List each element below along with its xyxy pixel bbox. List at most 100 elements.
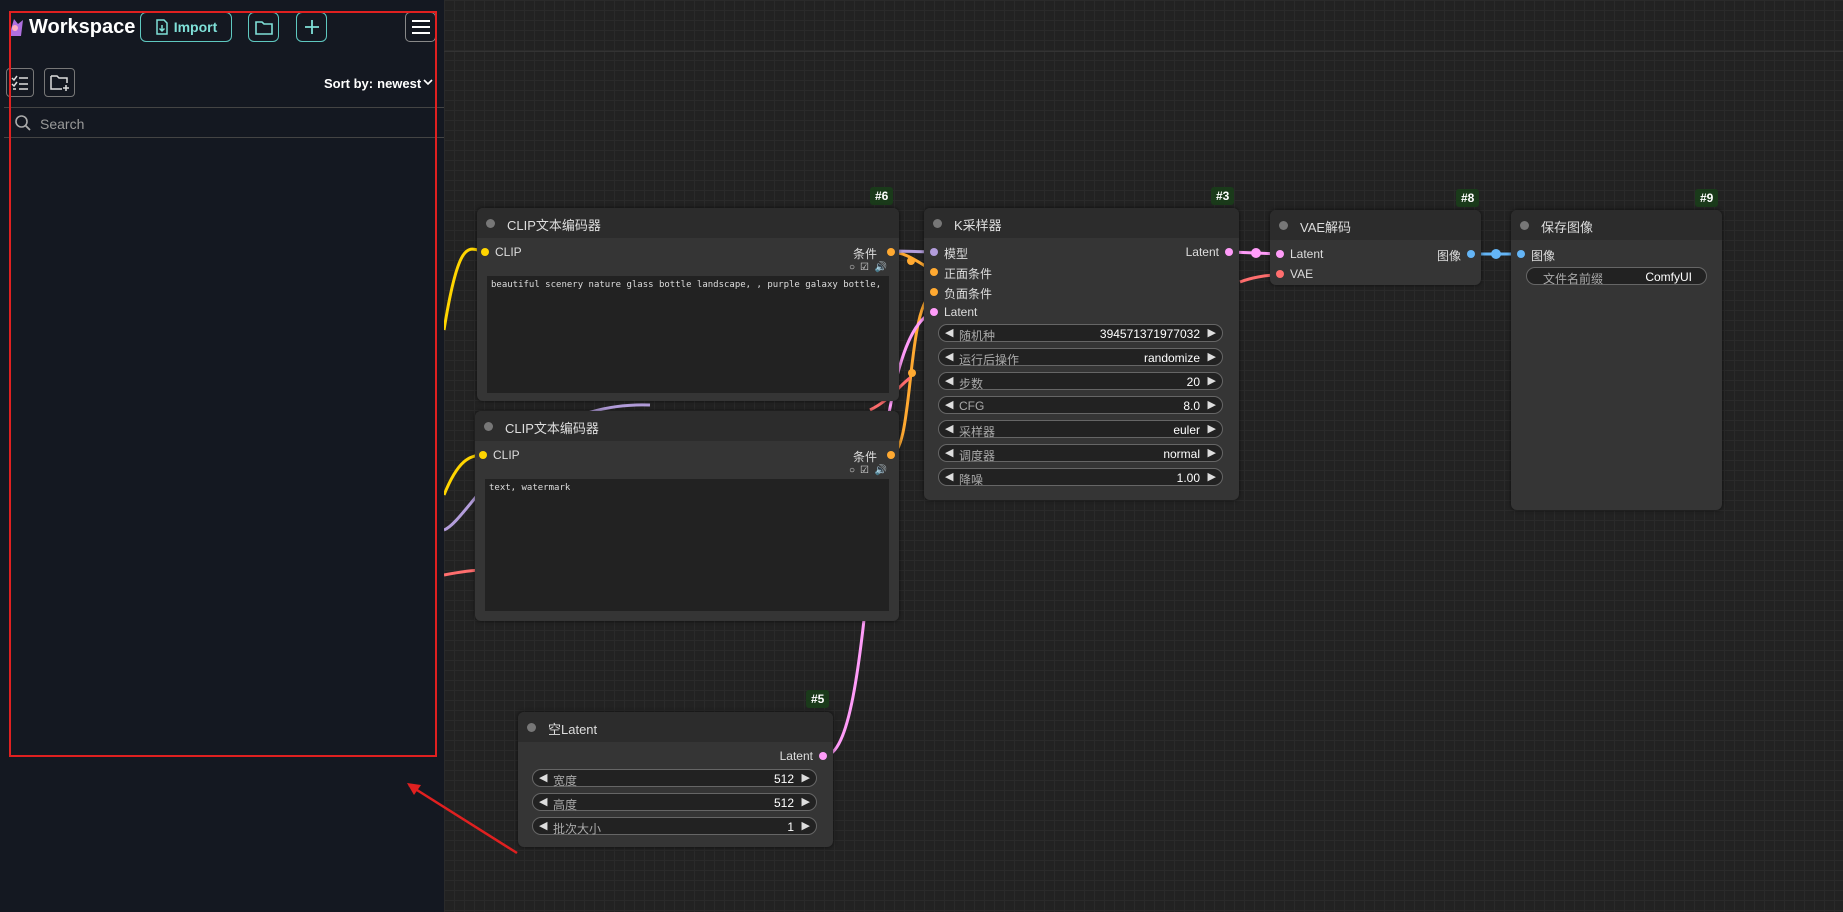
latent-input-port[interactable] (1276, 250, 1284, 258)
positive-input-port[interactable] (930, 268, 938, 276)
widget-label: 采样器 (959, 425, 996, 439)
increment-icon[interactable]: ▶ (1208, 398, 1216, 411)
clip-input-label: CLIP (493, 448, 520, 462)
radio-icon[interactable]: ○ (849, 262, 855, 273)
conditioning-output-port[interactable] (887, 248, 895, 256)
denoise-widget[interactable]: ◀ 降噪 1.00 ▶ (938, 468, 1223, 487)
clip-input-port[interactable] (479, 451, 487, 459)
node-title: VAE解码 (1300, 220, 1352, 235)
negative-input-label: 负面条件 (944, 287, 993, 301)
checkbox-icon[interactable]: ☑ (860, 262, 869, 273)
highlight-box (9, 11, 437, 757)
increment-icon[interactable]: ▶ (1208, 470, 1216, 483)
collapse-dot[interactable] (484, 422, 493, 431)
widget-label: 运行后操作 (959, 353, 1020, 367)
canvas-divider (444, 51, 1843, 52)
collapse-dot[interactable] (1520, 221, 1529, 230)
height-widget[interactable]: ◀ 高度 512 ▶ (532, 793, 817, 812)
positive-input-label: 正面条件 (944, 267, 993, 281)
prompt-textarea[interactable]: text, watermark (485, 479, 889, 611)
increment-icon[interactable]: ▶ (1208, 446, 1216, 459)
latent-input-label: Latent (1290, 247, 1324, 261)
widget-value: normal (1163, 447, 1200, 461)
cfg-widget[interactable]: ◀ CFG 8.0 ▶ (938, 396, 1223, 414)
widget-label: 高度 (553, 798, 578, 812)
widget-value: 394571371977032 (1099, 327, 1200, 341)
node-header[interactable]: 保存图像 (1511, 210, 1722, 240)
width-widget[interactable]: ◀ 宽度 512 ▶ (532, 769, 817, 788)
speaker-icon[interactable]: 🔊 (875, 262, 887, 273)
decrement-icon[interactable]: ◀ (945, 446, 953, 459)
increment-icon[interactable]: ▶ (1208, 374, 1216, 387)
decrement-icon[interactable]: ◀ (539, 795, 547, 808)
decrement-icon[interactable]: ◀ (945, 326, 953, 339)
model-input-port[interactable] (930, 248, 938, 256)
widget-value: 8.0 (1183, 399, 1200, 413)
vae-input-port[interactable] (1276, 270, 1284, 278)
latent-output-port[interactable] (819, 752, 827, 760)
decrement-icon[interactable]: ◀ (945, 422, 953, 435)
radio-icon[interactable]: ○ (849, 465, 855, 476)
latent-output-label: Latent (1185, 245, 1219, 259)
latent-input-port[interactable] (930, 308, 938, 316)
increment-icon[interactable]: ▶ (1208, 422, 1216, 435)
increment-icon[interactable]: ▶ (802, 771, 810, 784)
node-title: CLIP文本编码器 (505, 421, 599, 436)
conditioning-output-label: 条件 (852, 247, 877, 261)
latent-output-label: Latent (779, 749, 813, 763)
increment-icon[interactable]: ▶ (802, 819, 810, 832)
sampler-widget[interactable]: ◀ 采样器 euler ▶ (938, 420, 1223, 439)
conditioning-output-port[interactable] (887, 451, 895, 459)
image-input-port[interactable] (1517, 250, 1525, 258)
vae-input-label: VAE (1290, 267, 1314, 281)
collapse-dot[interactable] (486, 219, 495, 228)
decrement-icon[interactable]: ◀ (945, 350, 953, 363)
widget-value: randomize (1143, 351, 1200, 365)
image-input-label: 图像 (1531, 249, 1556, 263)
seed-widget[interactable]: ◀ 随机种 394571371977032 ▶ (938, 324, 1223, 343)
collapse-dot[interactable] (933, 219, 942, 228)
batch-size-widget[interactable]: ◀ 批次大小 1 ▶ (532, 817, 817, 836)
clip-input-port[interactable] (481, 248, 489, 256)
node-header[interactable]: 空Latent (518, 712, 833, 742)
image-output-port[interactable] (1467, 250, 1475, 258)
clip-text-encode-node[interactable]: CLIP文本编码器 CLIP 条件 ○ ☑ 🔊 beautiful scener… (477, 208, 899, 401)
checkbox-icon[interactable]: ☑ (860, 465, 869, 476)
collapse-dot[interactable] (527, 723, 536, 732)
decrement-icon[interactable]: ◀ (945, 398, 953, 411)
negative-input-port[interactable] (930, 288, 938, 296)
widget-label: CFG (959, 399, 985, 413)
increment-icon[interactable]: ▶ (1208, 350, 1216, 363)
increment-icon[interactable]: ▶ (1208, 326, 1216, 339)
widget-value: 512 (773, 796, 794, 810)
prompt-textarea[interactable]: beautiful scenery nature glass bottle la… (487, 276, 889, 393)
save-image-node[interactable]: 保存图像 图像 文件名前缀 ComfyUI (1511, 210, 1722, 510)
filename-prefix-widget[interactable]: 文件名前缀 ComfyUI (1526, 267, 1707, 286)
node-header[interactable]: VAE解码 (1270, 210, 1481, 240)
vae-decode-node[interactable]: VAE解码 Latent VAE 图像 (1270, 210, 1481, 285)
latent-output-port[interactable] (1225, 248, 1233, 256)
widget-value: euler (1173, 423, 1200, 437)
control-after-generate-widget[interactable]: ◀ 运行后操作 randomize ▶ (938, 348, 1223, 367)
node-id-badge: #5 (806, 690, 830, 708)
node-id-badge: #8 (1456, 189, 1480, 207)
node-header[interactable]: CLIP文本编码器 (477, 208, 899, 238)
node-header[interactable]: CLIP文本编码器 (475, 411, 899, 441)
widget-label: 调度器 (959, 449, 996, 463)
increment-icon[interactable]: ▶ (802, 795, 810, 808)
scheduler-widget[interactable]: ◀ 调度器 normal ▶ (938, 444, 1223, 463)
steps-widget[interactable]: ◀ 步数 20 ▶ (938, 372, 1223, 391)
speaker-icon[interactable]: 🔊 (875, 465, 887, 476)
empty-latent-node[interactable]: 空Latent Latent ◀ 宽度 512 ▶ ◀ 高度 512 ▶ ◀ 批次大小 1 ▶ (518, 712, 833, 847)
decrement-icon[interactable]: ◀ (945, 374, 953, 387)
collapse-dot[interactable] (1279, 221, 1288, 230)
decrement-icon[interactable]: ◀ (539, 771, 547, 784)
clip-text-encode-node[interactable]: CLIP文本编码器 CLIP 条件 ○ ☑ 🔊 text, watermark (475, 411, 899, 621)
decrement-icon[interactable]: ◀ (539, 819, 547, 832)
decrement-icon[interactable]: ◀ (945, 470, 953, 483)
ksampler-node[interactable]: K采样器 模型 正面条件 负面条件 Latent Latent ◀ 随机种 3945… (924, 208, 1239, 500)
widget-value: 512 (773, 772, 794, 786)
node-header[interactable]: K采样器 (924, 208, 1239, 238)
widget-label: 宽度 (553, 774, 578, 788)
conditioning-output-label: 条件 (852, 450, 877, 464)
